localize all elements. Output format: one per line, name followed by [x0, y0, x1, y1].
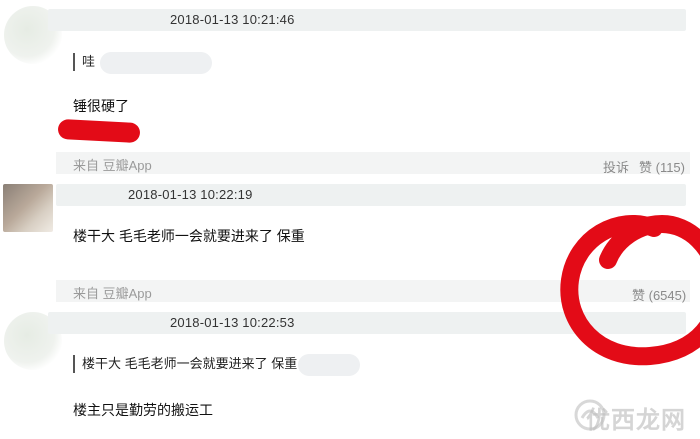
avatar[interactable] [3, 184, 53, 232]
comment-timestamp: 2018-01-13 10:22:19 [128, 187, 253, 202]
quoted-text: 楼干大 毛毛老师一会就要进来了 保重 [82, 356, 298, 371]
comment-item: 2018-01-13 10:22:53 楼干大 毛毛老师一会就要进来了 保重 楼… [0, 0, 700, 418]
comment-text: 楼主只是勤劳的搬运工 [73, 402, 213, 418]
watermark-text: 优西龙网 [586, 406, 686, 434]
like-button[interactable]: 赞 (6545) [632, 285, 686, 304]
comment-timestamp: 2018-01-13 10:22:53 [170, 315, 295, 330]
quoted-reply: 楼干大 毛毛老师一会就要进来了 保重 [73, 355, 297, 373]
redacted-username [298, 354, 360, 376]
comment-source: 来自 豆瓣App [73, 158, 152, 173]
like-button[interactable]: 赞 (115) [639, 157, 685, 176]
comment-header [48, 312, 686, 334]
report-link[interactable]: 投诉 [603, 157, 629, 176]
comment-source: 来自 豆瓣App [73, 286, 152, 301]
comment-text: 楼干大 毛毛老师一会就要进来了 保重 [73, 228, 305, 244]
